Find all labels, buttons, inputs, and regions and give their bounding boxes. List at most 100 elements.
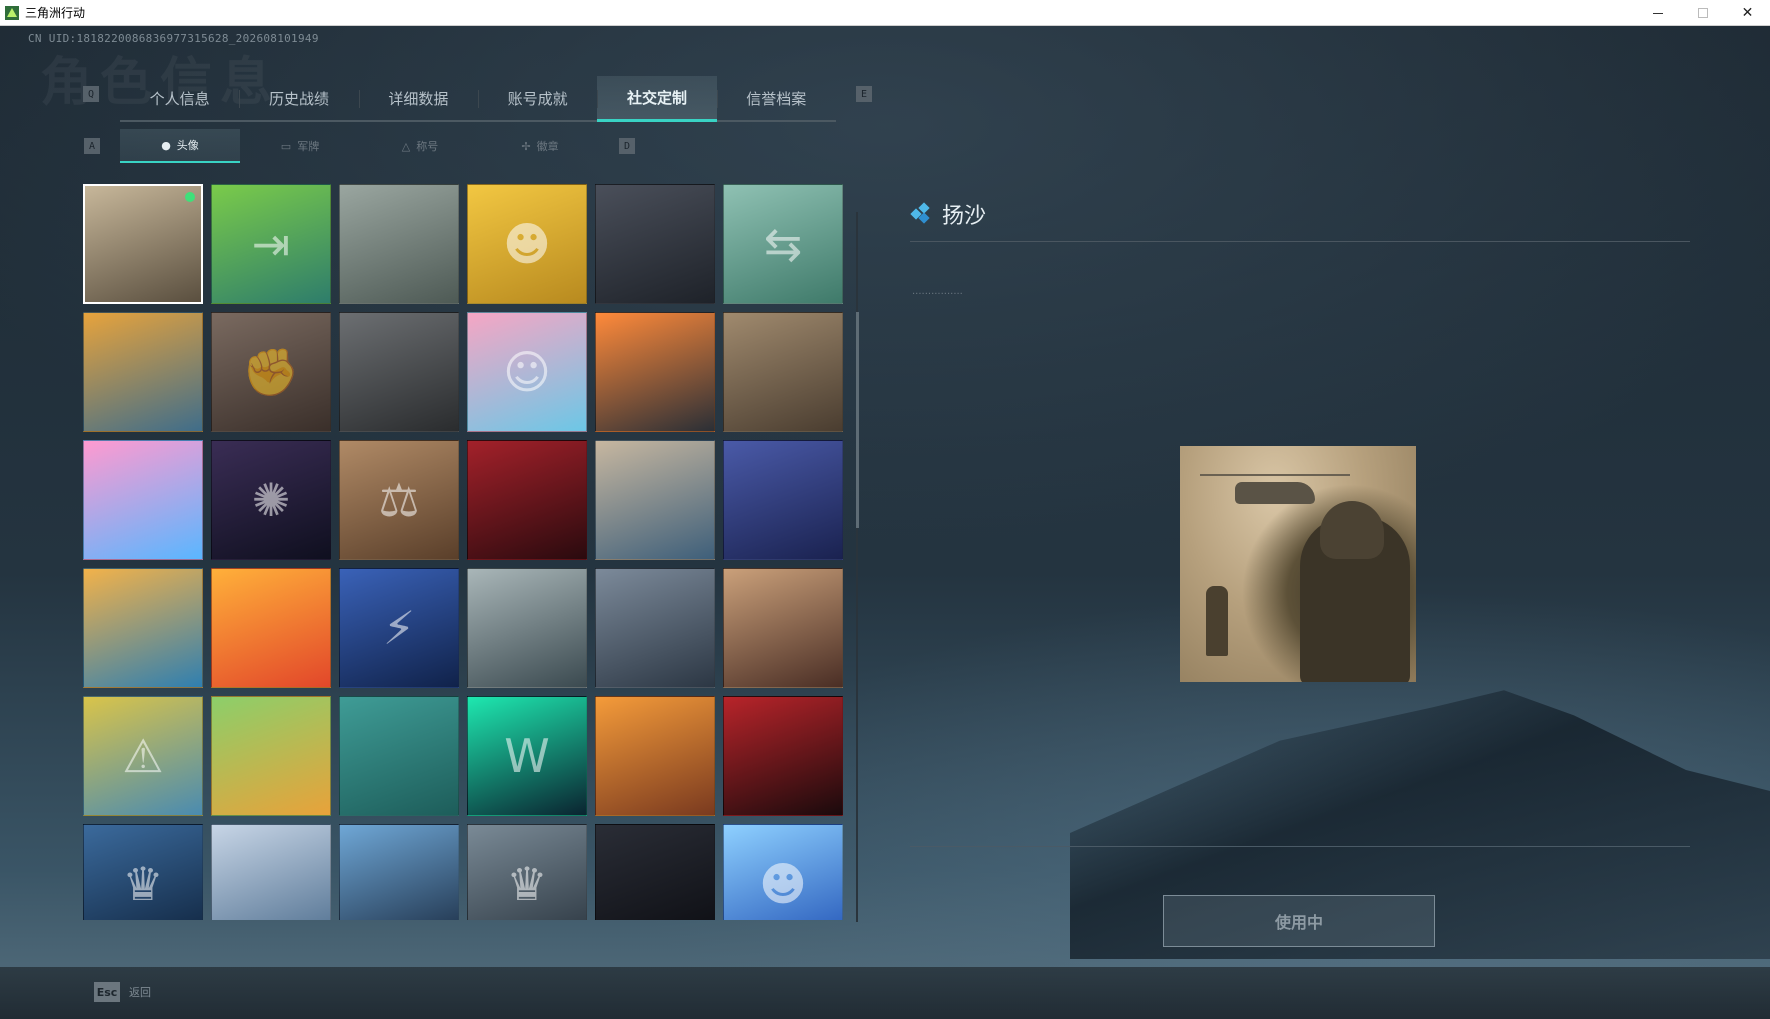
main-tab-0[interactable]: 个人信息: [120, 76, 239, 120]
next-subtab-key-hint[interactable]: D: [619, 138, 635, 154]
avatar-option[interactable]: [83, 568, 203, 688]
avatar-option[interactable]: [339, 184, 459, 304]
avatar-artwork: ♛: [506, 857, 548, 911]
avatar-option[interactable]: [595, 696, 715, 816]
avatar-option[interactable]: ☻: [467, 184, 587, 304]
avatar-option[interactable]: ⚠: [83, 696, 203, 816]
avatar-option[interactable]: [467, 440, 587, 560]
avatar-option[interactable]: [467, 568, 587, 688]
avatar-option[interactable]: [595, 184, 715, 304]
avatar-option[interactable]: [211, 696, 331, 816]
selected-avatar-preview: [1180, 446, 1416, 682]
avatar-option[interactable]: ♛: [467, 824, 587, 920]
avatar-grid: ⇥ ☻ ⇆ ✊ ☺ ✺ ⚖ ⚡ ⚠ W ♛ ♛ ☻: [83, 184, 847, 920]
window-controls: ✕: [1635, 0, 1770, 26]
avatar-option[interactable]: [339, 312, 459, 432]
close-icon: ✕: [1741, 5, 1754, 21]
avatar-option[interactable]: [595, 824, 715, 920]
avatar-artwork: ⇆: [763, 217, 803, 271]
avatar-option[interactable]: ✺: [211, 440, 331, 560]
avatar-option[interactable]: ♛: [83, 824, 203, 920]
app-logo-icon: [5, 5, 19, 20]
avatar-option[interactable]: [723, 568, 843, 688]
avatar-artwork: ✊: [242, 344, 300, 399]
maximize-icon: [1697, 8, 1708, 18]
avatar-option[interactable]: [595, 568, 715, 688]
sub-tab-0[interactable]: ● 头像: [120, 129, 240, 163]
window-titlebar: 三角洲行动 ✕: [0, 0, 1770, 26]
minimize-button[interactable]: [1635, 0, 1680, 26]
preview-helicopter-rotor: [1200, 474, 1350, 476]
avatar-artwork: ☻: [759, 857, 807, 911]
main-tab-3[interactable]: 账号成就: [477, 76, 597, 120]
avatar-artwork: ⇥: [251, 217, 291, 271]
diamond-icon: [910, 201, 932, 224]
avatar-option[interactable]: [83, 312, 203, 432]
minimize-icon: [1652, 12, 1663, 14]
detail-header: 扬沙: [910, 186, 1690, 242]
close-button[interactable]: ✕: [1725, 0, 1770, 26]
avatar-option[interactable]: [211, 568, 331, 688]
avatar-option[interactable]: [595, 312, 715, 432]
sub-tab-label: 徽章: [536, 140, 559, 153]
avatar-artwork: ♛: [122, 857, 164, 911]
badge-icon: ▭: [280, 139, 292, 153]
sub-tab-3[interactable]: ✢ 徽章: [480, 129, 600, 163]
back-label[interactable]: 返回: [129, 984, 151, 1000]
main-tab-5[interactable]: 信誉档案: [716, 76, 836, 120]
avatar-artwork: ⚖: [378, 473, 420, 527]
equipped-indicator-icon: [185, 192, 195, 202]
avatar-option[interactable]: ⚖: [339, 440, 459, 560]
prev-tab-key-hint[interactable]: Q: [83, 86, 99, 102]
sub-tab-1[interactable]: ▭ 军牌: [240, 129, 360, 163]
footer-bar: [0, 967, 1770, 1019]
avatar-option[interactable]: [339, 696, 459, 816]
avatar-artwork: ⚠: [122, 729, 164, 783]
maximize-button[interactable]: [1680, 0, 1725, 26]
avatar-option[interactable]: ☺: [467, 312, 587, 432]
window-title: 三角洲行动: [25, 6, 86, 20]
detail-divider: [910, 846, 1690, 847]
avatar-option[interactable]: W: [467, 696, 587, 816]
main-tab-1[interactable]: 历史战绩: [239, 76, 358, 120]
sub-tab-label: 称号: [416, 140, 439, 153]
main-tab-2[interactable]: 详细数据: [358, 76, 478, 120]
avatar-option[interactable]: [339, 824, 459, 920]
avatar-option[interactable]: [83, 184, 203, 304]
selected-avatar-description: ················: [912, 289, 963, 300]
emblem-icon: ✢: [521, 139, 531, 153]
main-tab-bar: 个人信息 历史战绩 详细数据 账号成就 社交定制 信誉档案: [120, 76, 836, 122]
game-viewport: CN UID:1818220086836977315628_2026081019…: [0, 26, 1770, 1019]
sub-tab-label: 头像: [176, 139, 199, 152]
avatar-artwork: ⚡: [382, 601, 416, 655]
person-icon: ●: [161, 138, 171, 152]
avatar-option[interactable]: ✊: [211, 312, 331, 432]
avatar-option[interactable]: [211, 824, 331, 920]
main-tab-4[interactable]: 社交定制: [597, 76, 717, 122]
title-icon: △: [401, 139, 411, 153]
in-use-button[interactable]: 使用中: [1163, 895, 1435, 947]
esc-key-hint[interactable]: Esc: [94, 982, 120, 1002]
avatar-option[interactable]: ⚡: [339, 568, 459, 688]
avatar-option[interactable]: [723, 440, 843, 560]
avatar-option[interactable]: ☻: [723, 824, 843, 920]
avatar-option[interactable]: [595, 440, 715, 560]
avatar-artwork: W: [504, 729, 550, 783]
preview-distant-soldier: [1206, 586, 1228, 656]
avatar-artwork: ✺: [251, 473, 291, 527]
avatar-option[interactable]: [723, 312, 843, 432]
sub-tab-2[interactable]: △ 称号: [360, 129, 480, 163]
next-tab-key-hint[interactable]: E: [856, 86, 872, 102]
avatar-option[interactable]: ⇆: [723, 184, 843, 304]
sub-tab-bar: ● 头像 ▭ 军牌 △ 称号 ✢ 徽章: [120, 129, 600, 163]
prev-subtab-key-hint[interactable]: A: [84, 138, 100, 154]
avatar-option[interactable]: [723, 696, 843, 816]
avatar-option[interactable]: ⇥: [211, 184, 331, 304]
preview-helmet: [1320, 501, 1384, 559]
sub-tab-label: 军牌: [297, 140, 320, 153]
avatar-grid-scrollbar-thumb[interactable]: [856, 312, 859, 528]
preview-helicopter: [1235, 482, 1315, 504]
avatar-option[interactable]: [83, 440, 203, 560]
selected-avatar-name: 扬沙: [942, 203, 987, 229]
avatar-artwork: ☺: [503, 345, 551, 399]
